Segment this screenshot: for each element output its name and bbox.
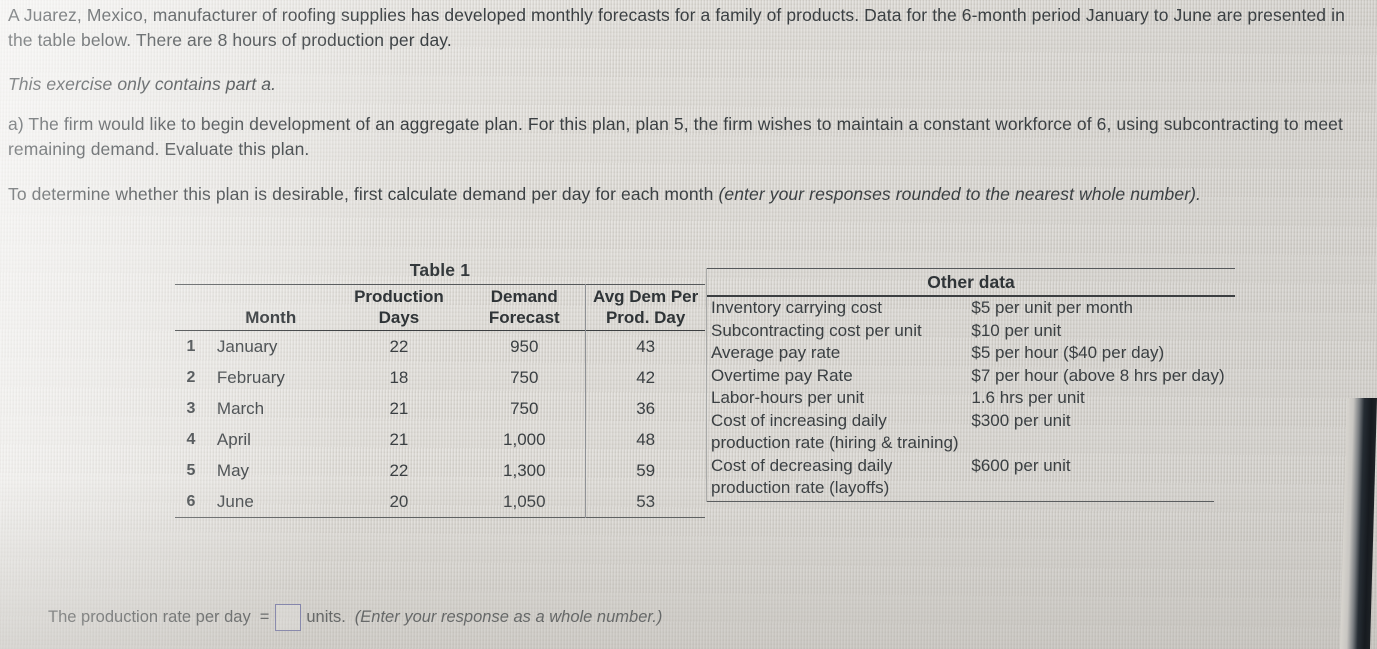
header-demand-forecast-line1: Demand [490,287,558,306]
row-demand-forecast: 1,300 [503,461,546,480]
answer-hint: (Enter your response as a whole number.) [354,608,663,626]
other-data-grid: Inventory carrying cost $5 per unit per … [707,297,1235,500]
other-data-row: Subcontracting cost per unit $10 per uni… [707,320,1235,343]
row-production-days: 20 [389,492,409,511]
row-month: May [216,461,250,480]
row-index: 3 [186,400,196,417]
other-data-row: Inventory carrying cost $5 per unit per … [707,297,1235,320]
problem-paragraph-4-italic: (enter your responses rounded to the nea… [718,184,1202,204]
row-production-days: 18 [389,368,409,387]
row-production-days: 22 [389,461,409,480]
row-production-days: 21 [389,399,409,418]
problem-paragraph-3: a) The firm would like to begin developm… [8,114,1343,159]
problem-paragraph-4: To determine whether this plan is desira… [8,182,1258,207]
row-index: 5 [186,462,196,479]
other-data-row: Cost of decreasing daily production rate… [707,455,1235,500]
table-row: 5 May 22 1,300 59 [175,455,705,486]
row-avg-dem-per-prod-day: 53 [585,486,705,518]
row-demand-forecast: 1,000 [503,430,546,449]
other-data-row: Cost of increasing daily production rate… [707,410,1235,455]
table-row: 6 June 20 1,050 53 [175,486,705,518]
row-index: 4 [186,431,196,448]
row-month: January [216,337,278,356]
row-production-days: 22 [389,337,409,356]
answer-prompt-label: The production rate per day [48,608,251,626]
row-avg-dem-per-prod-day: 48 [585,424,705,455]
answer-unit-label: units. [306,608,346,626]
exercise-screenshot: A Juarez, Mexico, manufacturer of roofin… [0,0,1377,649]
equals-sign: = [259,608,270,626]
other-data-value: $7 per hour (above 8 hrs per day) [971,365,1225,385]
table-1-body: 1 January 22 950 43 2 February 18 750 42… [175,330,705,518]
table-row: 2 February 18 750 42 [175,362,705,393]
other-data-label: Cost of decreasing daily production rate… [711,455,893,498]
row-month: March [216,399,265,418]
table-1-header-month: Month [245,308,297,327]
table-1-header-avg-dem-per-prod-day: Avg Dem Per Prod. Day [585,284,705,331]
header-production-days-line2: Days [378,308,420,327]
row-month: February [216,368,285,387]
table-row: 3 March 21 750 36 [175,393,705,424]
production-rate-input[interactable] [275,604,302,631]
table-1-head: Month Production Days Demand Forecast Av… [175,284,705,331]
row-avg-dem-per-prod-day: 36 [585,393,705,424]
other-data-bottom-rule [707,500,1214,502]
problem-paragraph-1: A Juarez, Mexico, manufacturer of roofin… [8,5,1345,50]
table-1-header-demand-forecast: Demand Forecast [463,285,586,331]
table-1-grid: Month Production Days Demand Forecast Av… [175,284,705,518]
table-1: Table 1 Month Production Days Demand For… [175,260,705,518]
problem-paragraph-2: This exercise only contains part a. [8,74,277,94]
other-data-value: $300 per unit [971,410,1071,430]
monitor-bezel-right [1339,398,1377,649]
row-demand-forecast: 1,050 [503,492,546,511]
other-data-label: Cost of increasing daily production rate… [711,410,959,453]
other-data-value: $10 per unit [971,320,1062,340]
answer-line: The production rate per day = units. (En… [48,604,662,631]
row-month: April [216,430,251,449]
row-demand-forecast: 950 [510,337,539,356]
row-avg-dem-per-prod-day: 59 [585,455,705,486]
table-1-header-production-days: Production Days [335,285,464,331]
table-1-caption: Table 1 [409,260,471,280]
other-data-label: Overtime pay Rate [711,365,853,385]
table-row: 1 January 22 950 43 [175,330,705,362]
row-month: June [216,492,254,511]
other-data-row: Average pay rate $5 per hour ($40 per da… [707,342,1235,365]
other-data-value: $5 per hour ($40 per day) [971,343,1165,362]
row-index: 2 [186,369,196,386]
row-production-days: 21 [389,430,409,449]
other-data-label: Average pay rate [711,343,841,362]
row-index: 1 [186,338,196,355]
header-demand-forecast-line2: Forecast [488,308,560,327]
other-data-row: Labor-hours per unit 1.6 hrs per unit [707,387,1235,410]
row-index: 6 [186,493,196,510]
header-avg-dem-line1: Avg Dem Per [593,287,699,306]
row-avg-dem-per-prod-day: 43 [585,330,705,362]
other-data-value: $5 per unit per month [971,298,1133,317]
other-data-value: 1.6 hrs per unit [971,388,1085,407]
table-1-header-row: Month Production Days Demand Forecast Av… [175,284,705,331]
row-demand-forecast: 750 [510,368,539,387]
row-avg-dem-per-prod-day: 42 [585,362,705,393]
other-data-table: Other data Inventory carrying cost $5 pe… [706,268,1235,502]
other-data-label: Inventory carrying cost [711,298,883,317]
row-demand-forecast: 750 [510,399,539,418]
other-data-title: Other data [707,268,1235,297]
table-row: 4 April 21 1,000 48 [175,424,705,455]
header-production-days-line1: Production [354,287,444,306]
problem-paragraph-4-main: To determine whether this plan is desira… [8,184,719,204]
other-data-label: Labor-hours per unit [711,388,865,407]
header-avg-dem-line2: Prod. Day [605,308,686,327]
other-data-row: Overtime pay Rate $7 per hour (above 8 h… [707,365,1235,388]
other-data-body: Inventory carrying cost $5 per unit per … [707,297,1235,500]
table-1-header-index [175,285,207,331]
other-data-label: Subcontracting cost per unit [711,320,922,340]
other-data-value: $600 per unit [971,455,1071,475]
